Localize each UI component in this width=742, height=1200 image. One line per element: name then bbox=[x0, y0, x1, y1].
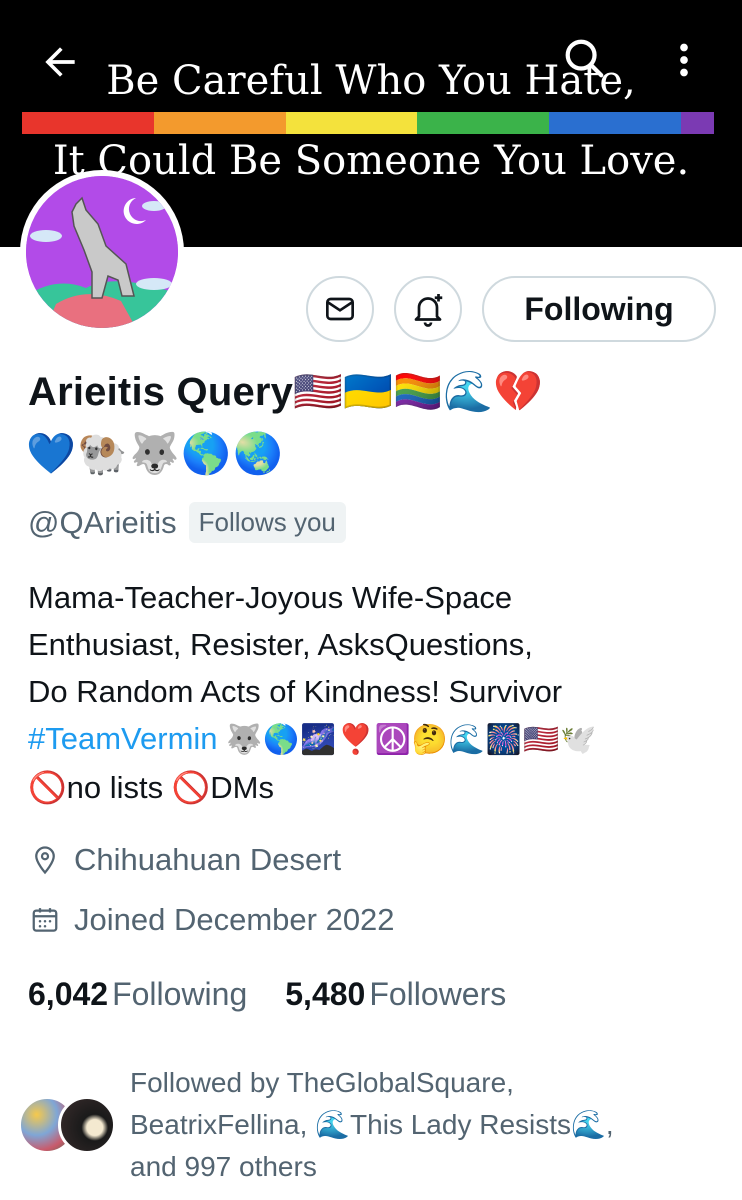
followed-by-line-3: and 997 others bbox=[130, 1151, 317, 1182]
avatar-image bbox=[26, 176, 178, 328]
banner-rainbow-stripe bbox=[22, 112, 715, 134]
following-label: Following bbox=[112, 976, 248, 1012]
followed-by-line-2: BeatrixFellina, 🌊This Lady Resists🌊, bbox=[130, 1109, 614, 1140]
arrow-left-icon bbox=[45, 47, 75, 77]
more-vertical-icon bbox=[680, 43, 688, 77]
location-text: Chihuahuan Desert bbox=[74, 842, 342, 877]
followers-count: 5,480 bbox=[285, 976, 366, 1012]
joined-text: Joined December 2022 bbox=[74, 902, 395, 937]
follows-you-badge: Follows you bbox=[188, 502, 346, 543]
search-icon bbox=[565, 39, 604, 78]
bio-emojis: 🐺🌎🌌❣️☮️🤔🌊🎆🇺🇸🕊️ bbox=[226, 724, 598, 756]
following-button[interactable]: Following bbox=[482, 276, 716, 342]
followers-label: Followers bbox=[369, 976, 507, 1012]
follower-avatar bbox=[58, 1096, 116, 1154]
following-count: 6,042 bbox=[28, 976, 109, 1012]
bio-line-4: #TeamVermin 🐺🌎🌌❣️☮️🤔🌊🎆🇺🇸🕊️ bbox=[28, 715, 728, 764]
followers-count-link[interactable]: 5,480 Followers bbox=[285, 976, 506, 1013]
bell-plus-icon bbox=[414, 294, 443, 327]
banner-text-line1: Be Careful Who You Hate, bbox=[106, 58, 636, 104]
mail-icon bbox=[326, 297, 354, 321]
display-name: Arieitis Query🇺🇸🇺🇦🏳️‍🌈🌊💔 bbox=[28, 368, 543, 415]
bio-line-2: Enthusiast, Resister, AsksQuestions, bbox=[28, 627, 533, 662]
more-options-button[interactable] bbox=[656, 32, 712, 88]
following-count-link[interactable]: 6,042 Following bbox=[28, 976, 247, 1013]
follow-stats: 6,042 Following 5,480 Followers bbox=[28, 976, 544, 1013]
handle-row: @QArieitis Follows you bbox=[28, 502, 346, 543]
user-handle: @QArieitis bbox=[28, 504, 177, 540]
location-pin-icon bbox=[35, 846, 55, 875]
joined-row: Joined December 2022 bbox=[30, 902, 395, 938]
message-button[interactable] bbox=[306, 276, 374, 342]
hashtag-link[interactable]: #TeamVermin bbox=[28, 721, 218, 756]
display-name-emojis-line2: 💙🐏🐺🌎🌏 bbox=[26, 432, 286, 476]
bio-line-3: Do Random Acts of Kindness! Survivor bbox=[28, 674, 563, 709]
search-button[interactable] bbox=[556, 30, 612, 86]
bio-line-1: Mama-Teacher-Joyous Wife-Space bbox=[28, 580, 513, 615]
location-row: Chihuahuan Desert bbox=[30, 842, 341, 878]
notifications-button[interactable] bbox=[394, 276, 462, 342]
bio-line-5: 🚫no lists 🚫DMs bbox=[28, 770, 275, 805]
back-button[interactable] bbox=[32, 34, 88, 90]
profile-bio: Mama-Teacher-Joyous Wife-Space Enthusias… bbox=[28, 574, 728, 811]
avatar[interactable] bbox=[20, 170, 184, 334]
followed-by-text: Followed by TheGlobalSquare, BeatrixFell… bbox=[130, 1062, 710, 1188]
display-name-text: Arieitis Query bbox=[28, 370, 294, 414]
followed-by-line-1: Followed by TheGlobalSquare, bbox=[130, 1067, 514, 1098]
display-name-emojis: 🇺🇸🇺🇦🏳️‍🌈🌊💔 bbox=[293, 370, 544, 414]
followed-by-section[interactable]: Followed by TheGlobalSquare, BeatrixFell… bbox=[18, 1062, 710, 1188]
calendar-icon bbox=[32, 908, 58, 932]
